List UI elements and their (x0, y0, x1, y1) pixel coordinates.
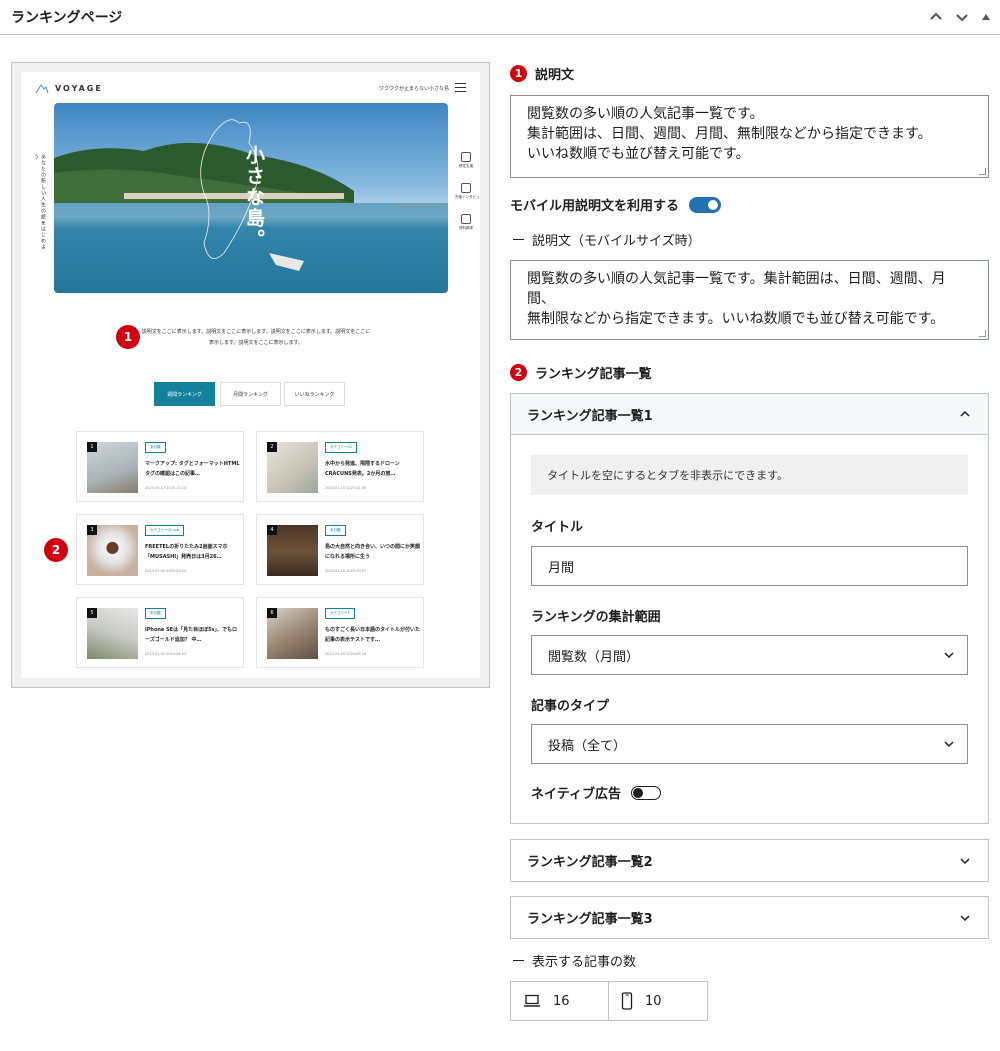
panel-header: ランキングページ (0, 0, 1000, 35)
ranking-accordion-3-header[interactable]: ランキング記事一覧3 (511, 897, 988, 938)
native-ad-toggle[interactable] (630, 785, 661, 800)
section-badge-1: 1 (510, 65, 527, 82)
toggle-panel-button[interactable] (975, 6, 997, 28)
preview-card: 4 未分類 島の大自然と向き合い、いつの間にか笑顔になれる場所に生う 2025.… (256, 514, 424, 585)
mobile-count-input[interactable]: 10 (609, 982, 707, 1020)
native-ad-label: ネイティブ広告 (531, 787, 621, 802)
ranking-accordion-1-header[interactable]: ランキング記事一覧1 (511, 394, 988, 435)
laptop-icon (524, 994, 540, 1007)
move-down-button[interactable] (951, 6, 973, 28)
panel-title: ランキングページ (11, 10, 123, 26)
resize-handle-icon[interactable] (979, 168, 986, 175)
section-badge-2: 2 (510, 364, 527, 381)
hero-title: 小さな島。 (243, 145, 265, 250)
ranking-label: ランキング記事一覧 (535, 367, 652, 382)
desktop-count-input[interactable]: 16 (511, 982, 609, 1020)
side-icon-support: 移住支援 (455, 152, 477, 169)
preview-side-icons: 移住支援 先輩インタビュー 資料請求 (455, 152, 480, 245)
preview-tabs: 週間ランキング 月間ランキング いいねランキング (21, 382, 480, 406)
post-type-field-label: 記事のタイプ (531, 699, 610, 714)
ranking-preview: VOYAGE ワクワクが止まらない小さな島 あなたの新しい人生の旅をはじめよう … (11, 62, 490, 688)
preview-card: 2 カテゴリー02 水中から発進、飛翔するドローンCRACUNS発表。2か月の旅… (256, 431, 424, 502)
preview-logo-text: VOYAGE (55, 83, 103, 93)
preview-tagline: ワクワクが止まらない小さな島 (379, 86, 450, 92)
preview-tab-weekly: 週間ランキング (154, 382, 215, 406)
chevron-down-icon (956, 14, 968, 22)
mountain-logo-icon (35, 84, 49, 94)
preview-description: 説明文をここに表示します。説明文をここに表示します。説明文をここに表示します。説… (141, 329, 371, 346)
ranking-section-label: 2 ランキング記事一覧 (510, 363, 652, 382)
preview-tab-monthly: 月間ランキング (220, 382, 281, 406)
chevron-down-icon (944, 652, 954, 659)
tab-hide-notice: タイトルを空にするとタブを非表示にできます。 (531, 455, 968, 495)
dash-icon (513, 239, 524, 240)
megaphone-icon (461, 183, 471, 193)
hamburger-icon (455, 83, 466, 92)
mobile-description-textarea[interactable]: 閲覧数の多い順の人気記事一覧です。集計範囲は、日間、週間、月間、 無制限などから… (510, 260, 989, 340)
preview-card: 5 未分類 iPhone SEは「見た目ほぼ5s」、でもローズゴールド追加？ 中… (76, 597, 244, 668)
triangle-up-icon (982, 14, 990, 20)
chevron-down-icon (944, 741, 954, 748)
preview-page: VOYAGE ワクワクが止まらない小さな島 あなたの新しい人生の旅をはじめよう … (21, 72, 480, 678)
preview-card: 3 カテゴリー02 sub FREETELの折りたたみ2画面スマホ「MUSASH… (76, 514, 244, 585)
mobile-description-toggle[interactable] (689, 196, 722, 213)
title-input[interactable]: 月間 (531, 546, 968, 586)
move-up-button[interactable] (925, 6, 947, 28)
building-icon (461, 152, 471, 162)
mobile-description-sublabel: 説明文（モバイルサイズ時） (513, 230, 701, 249)
range-select[interactable]: 閲覧数（月間） (531, 635, 968, 675)
preview-logo: VOYAGE (35, 82, 103, 94)
preview-vertical-text: あなたの新しい人生の旅をはじめよう (33, 154, 46, 250)
description-textarea[interactable]: 閲覧数の多い順の人気記事一覧です。 集計範囲は、日間、週間、月間、無制限などから… (510, 95, 989, 178)
description-section-label: 1 説明文 (510, 64, 574, 83)
preview-badge-2: 2 (44, 538, 68, 562)
post-type-select[interactable]: 投稿（全て） (531, 724, 968, 764)
post-count-group: 16 10 (510, 981, 708, 1021)
preview-tab-likes: いいねランキング (284, 382, 345, 406)
mobile-description-toggle-row: モバイル用説明文を利用する (510, 195, 722, 214)
range-field-label: ランキングの集計範囲 (531, 610, 661, 625)
resize-handle-icon[interactable] (979, 330, 986, 337)
smartphone-icon (621, 992, 633, 1010)
mail-icon (461, 214, 471, 224)
side-icon-interview: 先輩インタビュー (455, 183, 480, 200)
preview-badge-1: 1 (116, 325, 140, 349)
description-label: 説明文 (535, 68, 575, 83)
ranking-accordion-1: ランキング記事一覧1 タイトルを空にするとタブを非表示にできます。 タイトル 月… (510, 393, 989, 824)
native-ad-row: ネイティブ広告 (531, 783, 661, 802)
ranking-accordion-2-header[interactable]: ランキング記事一覧2 (511, 840, 988, 881)
chevron-up-icon (958, 407, 972, 421)
chevron-down-icon (958, 911, 972, 925)
chevron-up-icon (930, 12, 942, 20)
ranking-accordion-2: ランキング記事一覧2 (510, 839, 989, 882)
preview-card: 1 未分類 マークアップ: タグとフォーマットHTMLタグの確認はこの記事… 2… (76, 431, 244, 502)
preview-card: 6 カテゴリー1 ものすごく長い日本語のタイトルが付いた記事の表示テストです… … (256, 597, 424, 668)
mobile-toggle-label: モバイル用説明文を利用する (510, 199, 680, 214)
post-count-label: 表示する記事の数 (513, 951, 636, 970)
title-field-label: タイトル (531, 520, 584, 535)
chevron-down-icon (958, 854, 972, 868)
dash-icon (513, 960, 524, 961)
preview-hero-image: 小さな島。 (54, 103, 448, 293)
side-icon-request: 資料請求 (455, 214, 477, 231)
ranking-accordion-3: ランキング記事一覧3 (510, 896, 989, 939)
